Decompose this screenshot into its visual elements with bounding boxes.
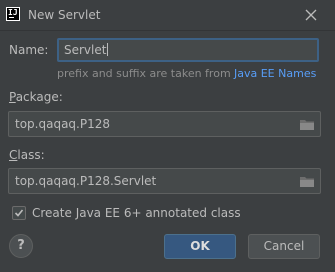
- package-label: Package:: [9, 90, 63, 104]
- name-hint: prefix and suffix are taken from: [57, 67, 231, 80]
- dialog-title: New Servlet: [28, 8, 101, 22]
- name-input-value: Servlet: [64, 43, 107, 57]
- ok-button[interactable]: OK: [164, 234, 236, 259]
- package-value: top.qaqaq.P128: [15, 117, 110, 131]
- class-value: top.qaqaq.P128.Servlet: [15, 174, 157, 188]
- intellij-logo-icon: IJ: [6, 7, 20, 21]
- annotated-class-label[interactable]: Create Java EE 6+ annotated class: [32, 206, 241, 220]
- close-icon[interactable]: [301, 6, 321, 24]
- title-bar: IJ New Servlet: [0, 0, 335, 31]
- app-icon-text: IJ: [8, 8, 18, 17]
- class-label: Class:: [9, 148, 45, 162]
- cancel-button[interactable]: Cancel: [248, 234, 320, 259]
- name-label: Name:: [9, 43, 49, 57]
- folder-icon[interactable]: [299, 118, 315, 131]
- annotated-class-checkbox[interactable]: [12, 206, 26, 220]
- folder-icon[interactable]: [299, 175, 315, 188]
- help-button[interactable]: ?: [9, 234, 33, 258]
- package-field[interactable]: top.qaqaq.P128: [8, 111, 321, 137]
- name-input[interactable]: Servlet: [57, 38, 319, 62]
- java-ee-names-link[interactable]: Java EE Names: [234, 67, 316, 80]
- class-field[interactable]: top.qaqaq.P128.Servlet: [8, 168, 321, 194]
